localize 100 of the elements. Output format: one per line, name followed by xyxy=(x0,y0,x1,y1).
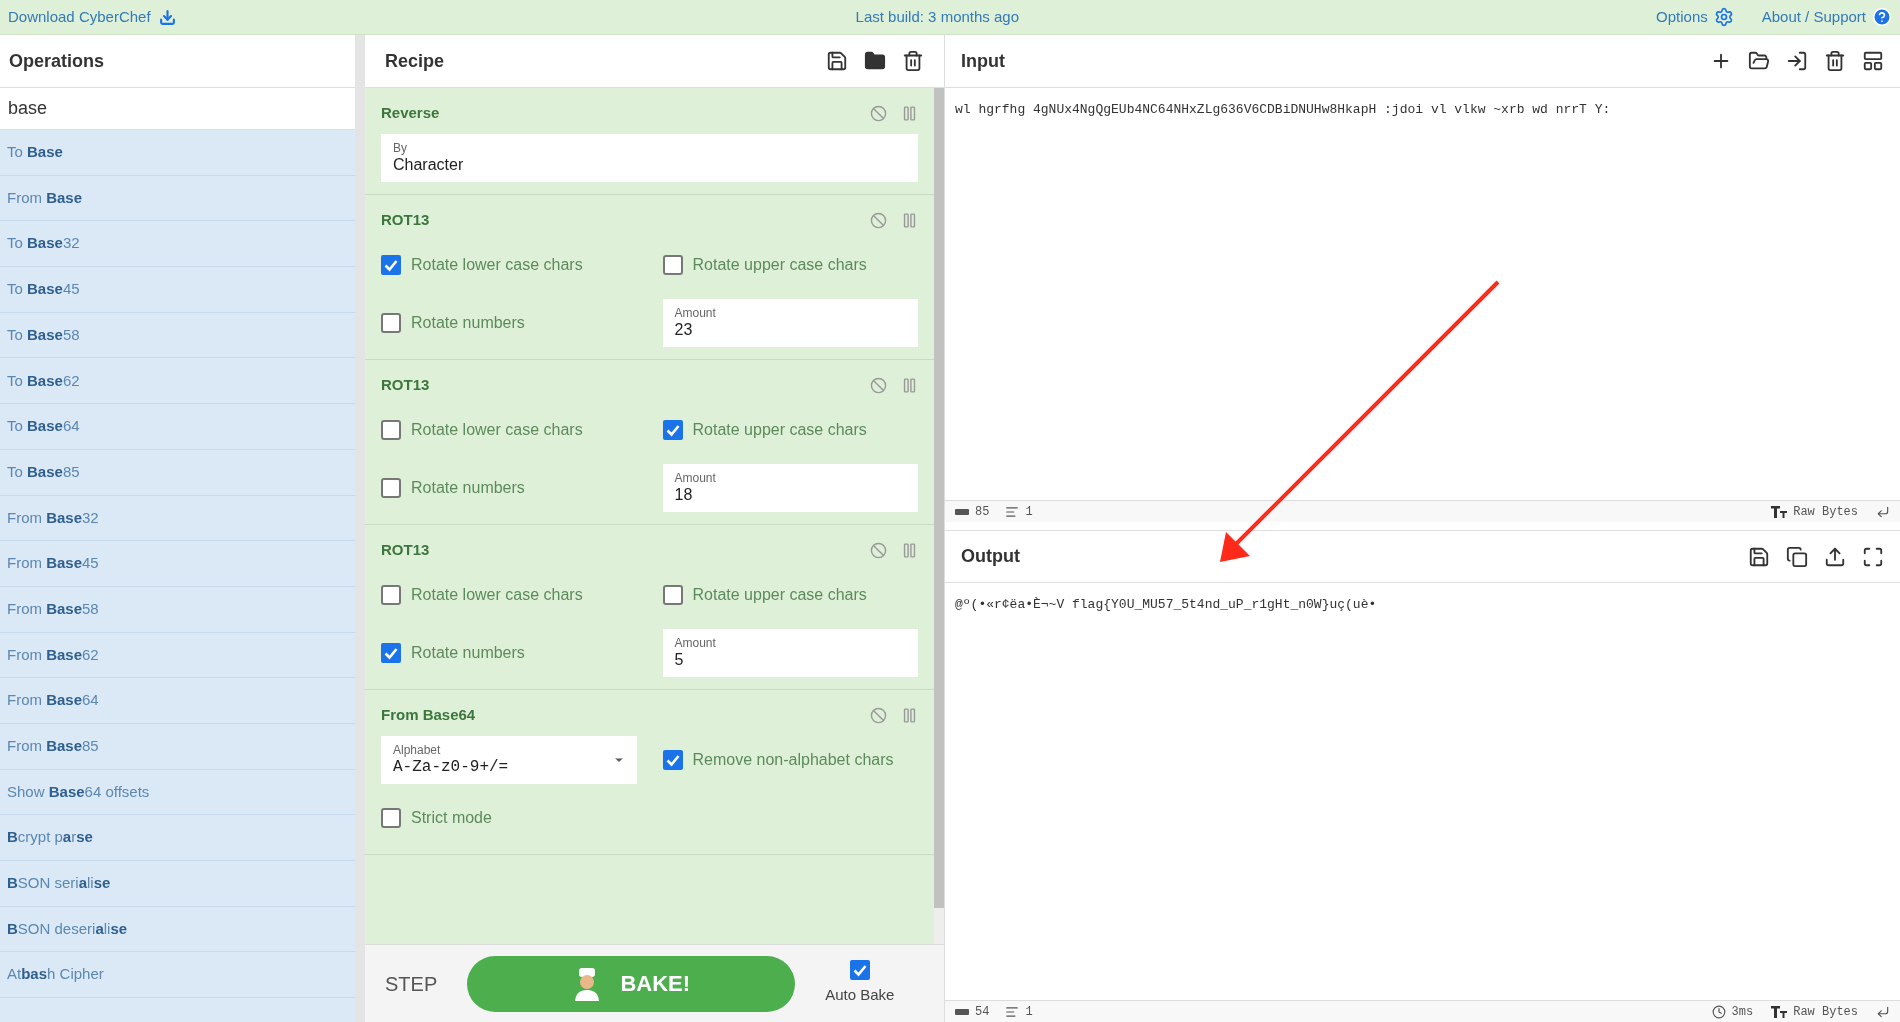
operation-item[interactable]: To Base xyxy=(0,130,355,176)
operation-item[interactable]: To Base64 xyxy=(0,404,355,450)
file-input-icon[interactable] xyxy=(1786,50,1808,72)
line-break-icon[interactable] xyxy=(1876,504,1890,519)
disable-icon[interactable] xyxy=(870,541,887,559)
checkbox[interactable] xyxy=(381,585,401,605)
number-field[interactable]: Amount 18 xyxy=(662,464,918,512)
bake-time: 3ms xyxy=(1731,1003,1754,1021)
field-value: 23 xyxy=(674,320,693,340)
delete-icon[interactable] xyxy=(1824,50,1846,72)
checkbox-label: Rotate lower case chars xyxy=(411,420,583,440)
checkbox[interactable] xyxy=(381,478,401,498)
checkbox-label: Remove non-alphabet chars xyxy=(692,750,894,770)
line-break-icon[interactable] xyxy=(1876,1004,1890,1019)
step-button[interactable]: STEP xyxy=(385,968,438,999)
field-label: By xyxy=(393,141,407,155)
folder-icon[interactable] xyxy=(1748,50,1770,72)
disable-icon[interactable] xyxy=(870,104,887,122)
checkbox-label: Rotate lower case chars xyxy=(411,585,583,605)
download-icon[interactable] xyxy=(158,8,176,26)
text-format-icon[interactable] xyxy=(1771,505,1788,518)
checkbox[interactable] xyxy=(381,808,401,828)
pause-icon[interactable] xyxy=(901,211,918,229)
pause-icon[interactable] xyxy=(901,706,918,724)
encoding-label[interactable]: Raw Bytes xyxy=(1793,502,1858,521)
encoding-label[interactable]: Raw Bytes xyxy=(1793,1002,1858,1021)
checkbox-label: Rotate numbers xyxy=(411,643,525,663)
operation-item[interactable]: Show Base64 offsets xyxy=(0,769,355,816)
pause-icon[interactable] xyxy=(901,104,918,122)
checkbox[interactable] xyxy=(662,255,683,275)
disable-icon[interactable] xyxy=(870,706,887,724)
input-text[interactable]: wl hgrfhg 4gNUx4NgQgEUb4NC64NHxZLg636V6CDBiDNUHw8HkapH :jdoi vl vlkw ~xrb wd nrrT Y: xyxy=(955,102,1611,117)
operation-item[interactable]: From Base64 xyxy=(0,678,355,724)
checkbox[interactable] xyxy=(662,420,683,440)
operation-item[interactable]: BSON deserialise xyxy=(0,906,355,953)
panel-title: Output xyxy=(961,545,1020,568)
operation-item[interactable]: To Base85 xyxy=(0,449,355,496)
upload-icon[interactable] xyxy=(1824,545,1846,568)
folder-icon[interactable] xyxy=(864,50,886,72)
checkbox[interactable] xyxy=(381,255,401,275)
operation-item[interactable]: From Base xyxy=(0,175,355,222)
field-label: Amount xyxy=(674,636,716,650)
operation-item[interactable]: From Base62 xyxy=(0,632,355,679)
checkbox-label: Rotate numbers xyxy=(411,313,525,333)
field-value: Character xyxy=(393,155,464,175)
disable-icon[interactable] xyxy=(870,211,887,229)
scrollbar[interactable] xyxy=(934,88,944,944)
operation-item[interactable]: From Base32 xyxy=(0,495,355,542)
checkbox[interactable] xyxy=(662,585,683,605)
dropdown-field[interactable]: Alphabet A-Za-z0-9+/= xyxy=(381,736,637,784)
dropdown-field[interactable]: By Character xyxy=(381,134,918,182)
maximize-icon[interactable] xyxy=(1862,545,1884,568)
help-icon[interactable] xyxy=(1872,7,1892,27)
operation-item[interactable]: To Base45 xyxy=(0,267,355,313)
operation-item[interactable]: Bcrypt parse xyxy=(0,815,355,861)
lines-count: 1 xyxy=(1025,503,1033,521)
save-icon[interactable] xyxy=(1748,545,1770,568)
auto-bake-label: Auto Bake xyxy=(825,985,895,1006)
checkbox[interactable] xyxy=(381,643,401,663)
options-link[interactable]: Options xyxy=(1656,5,1734,29)
checkbox[interactable] xyxy=(662,750,683,770)
checkbox-label: Rotate upper case chars xyxy=(692,585,867,605)
checkbox[interactable] xyxy=(381,313,401,333)
operation-item[interactable]: To Base58 xyxy=(0,312,355,359)
operation-title: Reverse xyxy=(381,102,440,123)
pause-icon[interactable] xyxy=(901,376,918,394)
pause-icon[interactable] xyxy=(901,541,918,559)
operation-item[interactable]: To Base32 xyxy=(0,221,355,268)
length-count: 54 xyxy=(975,1003,990,1021)
bake-button[interactable]: BAKE! xyxy=(467,955,796,1012)
checkbox[interactable] xyxy=(381,420,401,440)
save-icon[interactable] xyxy=(826,50,848,72)
operation-item[interactable]: BSON serialise xyxy=(0,861,355,907)
panel-title: Recipe xyxy=(385,49,445,73)
delete-icon[interactable] xyxy=(902,50,924,72)
operation-title: ROT13 xyxy=(381,374,430,395)
copy-icon[interactable] xyxy=(1786,545,1808,568)
operation-item[interactable]: Atbash Cipher xyxy=(0,952,355,999)
checkbox-label: Rotate upper case chars xyxy=(692,420,867,440)
operation-item[interactable]: From Base58 xyxy=(0,586,355,633)
checkbox-label: Rotate lower case chars xyxy=(411,255,583,275)
checkbox-label: Rotate numbers xyxy=(411,478,525,498)
about-link[interactable]: About / Support xyxy=(1761,5,1892,29)
disable-icon[interactable] xyxy=(870,376,887,394)
download-link[interactable]: Download CyberChef xyxy=(8,5,176,29)
number-field[interactable]: Amount 5 xyxy=(662,629,918,677)
layout-icon[interactable] xyxy=(1862,50,1884,72)
settings-icon[interactable] xyxy=(1713,7,1734,27)
clock-icon xyxy=(1711,1004,1726,1019)
field-value: 18 xyxy=(674,485,693,505)
operation-item[interactable]: To Base62 xyxy=(0,358,355,405)
operation-item[interactable]: From Base85 xyxy=(0,723,355,770)
auto-bake-checkbox[interactable] xyxy=(849,960,870,981)
text-format-icon[interactable] xyxy=(1771,1005,1788,1018)
number-field[interactable]: Amount 23 xyxy=(662,299,918,347)
field-value: 5 xyxy=(674,650,684,670)
operation-item[interactable]: From Base45 xyxy=(0,541,355,587)
field-label: Amount xyxy=(674,471,716,485)
checkbox-label: Rotate upper case chars xyxy=(692,255,867,275)
checkbox-label: Strict mode xyxy=(411,808,492,828)
